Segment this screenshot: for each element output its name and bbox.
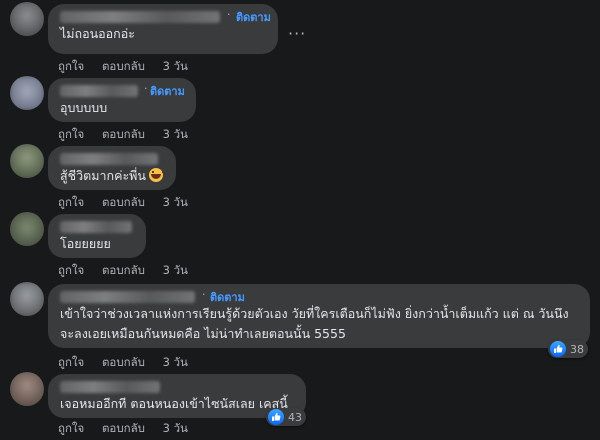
timestamp[interactable]: 3 วัน <box>163 421 188 435</box>
reply-button[interactable]: ตอบกลับ <box>102 355 145 369</box>
timestamp[interactable]: 3 วัน <box>163 355 188 369</box>
timestamp[interactable]: 3 วัน <box>163 127 188 141</box>
avatar[interactable] <box>10 212 44 246</box>
timestamp[interactable]: 3 วัน <box>163 59 188 73</box>
avatar[interactable] <box>10 282 44 316</box>
author-name[interactable] <box>60 291 195 303</box>
author-name[interactable] <box>60 221 132 233</box>
comment-actions: ถูกใจ ตอบกลับ 3 วัน <box>58 58 202 76</box>
comment-bubble: · ติดตาม เข้าใจว่าช่วงเวลาแห่งการเรียนรู… <box>48 284 590 348</box>
comment-bubble: · ติดตาม ไม่ถอนออกอ่ะ <box>48 4 278 54</box>
follow-button[interactable]: ติดตาม <box>150 82 185 100</box>
comment-actions: ถูกใจ ตอบกลับ 3 วัน <box>58 262 202 280</box>
comment-text: อุบบบบบ <box>60 100 108 115</box>
like-button[interactable]: ถูกใจ <box>58 421 84 435</box>
timestamp[interactable]: 3 วัน <box>163 263 188 277</box>
comment-text: โอยยยยย <box>60 236 111 251</box>
reaction-count[interactable]: 43 <box>266 408 306 426</box>
comment-text-line-2: จะลงเอยเหมือนกันหมดคือ ไม่น่าทำเลยตอนนั้… <box>60 326 346 341</box>
like-button[interactable]: ถูกใจ <box>58 355 84 369</box>
follow-button[interactable]: ติดตาม <box>236 8 271 26</box>
laughing-emoji-icon <box>148 168 164 182</box>
reply-button[interactable]: ตอบกลับ <box>102 59 145 73</box>
reply-button[interactable]: ตอบกลับ <box>102 263 145 277</box>
reply-button[interactable]: ตอบกลับ <box>102 127 145 141</box>
like-button[interactable]: ถูกใจ <box>58 127 84 141</box>
follow-button[interactable]: ติดตาม <box>210 288 245 306</box>
comment-text-line-1: เข้าใจว่าช่วงเวลาแห่งการเรียนรู้ด้วยตัวเ… <box>60 306 569 321</box>
author-name[interactable] <box>60 11 220 23</box>
timestamp[interactable]: 3 วัน <box>163 195 188 209</box>
like-button[interactable]: ถูกใจ <box>58 59 84 73</box>
comment-actions: ถูกใจ ตอบกลับ 3 วัน <box>58 126 202 144</box>
comment-bubble: โอยยยยย <box>48 214 146 258</box>
comment-actions: ถูกใจ ตอบกลับ 3 วัน <box>58 354 202 372</box>
avatar[interactable] <box>10 76 44 110</box>
author-name[interactable] <box>60 381 160 393</box>
avatar[interactable] <box>10 372 44 406</box>
like-icon <box>550 341 566 357</box>
reply-button[interactable]: ตอบกลับ <box>102 421 145 435</box>
comment-bubble: สู้ชีวิตมากค่ะพี่น <box>48 146 176 190</box>
comment-actions: ถูกใจ ตอบกลับ 3 วัน <box>58 420 202 438</box>
comment-text: เจอหมออีกที ตอนหนองเข้าไซนัสเลย เคสนี้ <box>60 396 288 411</box>
avatar[interactable] <box>10 2 44 36</box>
author-name[interactable] <box>60 153 158 165</box>
comment-actions: ถูกใจ ตอบกลับ 3 วัน <box>58 194 202 212</box>
reaction-count[interactable]: 38 <box>548 340 588 358</box>
like-button[interactable]: ถูกใจ <box>58 195 84 209</box>
like-button[interactable]: ถูกใจ <box>58 263 84 277</box>
more-icon[interactable]: ··· <box>288 24 306 43</box>
author-name[interactable] <box>60 85 138 97</box>
like-icon <box>268 409 284 425</box>
avatar[interactable] <box>10 144 44 178</box>
comment-text: ไม่ถอนออกอ่ะ <box>60 26 135 41</box>
comment-text: สู้ชีวิตมากค่ะพี่น <box>60 168 146 183</box>
comment-bubble: · ติดตาม อุบบบบบ <box>48 78 196 122</box>
reply-button[interactable]: ตอบกลับ <box>102 195 145 209</box>
